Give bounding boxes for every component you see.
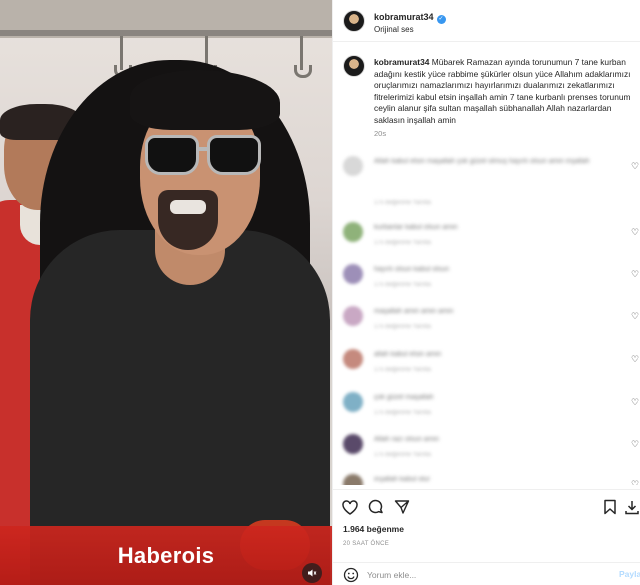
caption-text: Mübarek Ramazan ayında torunumun 7 tane … <box>374 57 631 125</box>
add-comment-bar: Paylaş <box>333 562 640 585</box>
caption-timestamp: 20s <box>374 129 387 138</box>
comments-list[interactable]: Allah kabul etsin maşallah çok güzel olm… <box>333 145 640 485</box>
bookmark-icon[interactable] <box>601 498 619 516</box>
commenter-avatar[interactable] <box>343 156 363 176</box>
commenter-avatar[interactable] <box>343 222 363 242</box>
comment-text: Allah razı olsun amin <box>374 436 439 443</box>
share-paper-plane-icon[interactable] <box>393 498 411 516</box>
commenter-avatar[interactable] <box>343 474 363 485</box>
comment-item: çok güzel maşallah 17s Beğenme Yanıtla ♡ <box>333 388 640 428</box>
comment-text: allah kabul etsin amin <box>374 351 442 358</box>
download-icon[interactable] <box>623 498 640 516</box>
likes-count[interactable]: 1.964 beğenme <box>343 524 404 534</box>
media-hook-rail <box>0 30 332 36</box>
commenter-avatar[interactable] <box>343 434 363 454</box>
media-sunglasses <box>145 135 263 177</box>
comment-text: Allah kabul etsin maşallah çok güzel olm… <box>374 158 590 165</box>
post-date: 20 SAAT ÖNCE <box>343 541 390 547</box>
media-hook <box>114 36 132 78</box>
comment-text: hayırlı olsun kabul olsun <box>374 266 450 273</box>
comment-item: kurbanlar kabul olsun amin 17s Beğenme Y… <box>333 218 640 258</box>
action-bar <box>333 489 640 523</box>
media-subject-beard <box>158 190 218 250</box>
audio-label[interactable]: Orijinal ses <box>374 25 414 34</box>
heart-icon[interactable]: ♡ <box>631 269 639 280</box>
like-heart-icon[interactable] <box>341 498 359 516</box>
comment-meta[interactable]: 17s Beğenme Yanıtla <box>374 452 431 458</box>
comment-item: maşallah amin amin amin 17s Beğenme Yanı… <box>333 302 640 342</box>
comment-item: hayırlı olsun kabul olsun 17s Beğenme Ya… <box>333 260 640 300</box>
heart-icon[interactable]: ♡ <box>631 354 639 365</box>
comment-meta[interactable]: 17s Beğenme Yanıtla <box>374 410 431 416</box>
commenter-avatar[interactable] <box>343 392 363 412</box>
comment-meta[interactable]: 17s Beğenme Yanıtla <box>374 200 431 206</box>
comment-meta[interactable]: 17s Beğenme Yanıtla <box>374 367 431 373</box>
media-hook <box>294 36 312 78</box>
heart-icon[interactable]: ♡ <box>631 397 639 408</box>
post-header: kobramurat34 ✓ Orijinal ses <box>333 0 640 42</box>
comment-item: inşallah kabul olur ♡ <box>333 470 640 485</box>
heart-icon[interactable]: ♡ <box>631 311 639 322</box>
comment-item: Allah razı olsun amin 17s Beğenme Yanıtl… <box>333 430 640 470</box>
verified-badge-icon: ✓ <box>436 15 446 24</box>
post-comment-button[interactable]: Paylaş <box>619 569 640 579</box>
comment-meta[interactable]: 17s Beğenme Yanıtla <box>374 324 431 330</box>
comment-meta[interactable]: 17s Beğenme Yanıtla <box>374 240 431 246</box>
comment-item: allah kabul etsin amin 17s Beğenme Yanıt… <box>333 345 640 385</box>
commenter-avatar[interactable] <box>343 349 363 369</box>
comment-input[interactable] <box>367 567 567 583</box>
heart-icon[interactable]: ♡ <box>631 479 639 485</box>
comment-meta[interactable]: 17s Beğenme Yanıtla <box>374 282 431 288</box>
heart-icon[interactable]: ♡ <box>631 439 639 450</box>
post-caption: kobramurat34 Mübarek Ramazan ayında toru… <box>374 57 636 127</box>
watermark-text: Haberois <box>117 542 215 568</box>
commenter-avatar[interactable] <box>343 264 363 284</box>
commenter-avatar[interactable] <box>343 306 363 326</box>
post-panel: kobramurat34 ✓ Orijinal ses kobramurat34 … <box>332 0 640 585</box>
watermark-banner: Haberois <box>0 526 332 585</box>
author-avatar[interactable] <box>343 10 365 32</box>
post-media[interactable]: Haberois <box>0 0 332 585</box>
author-username[interactable]: kobramurat34 ✓ <box>374 12 446 24</box>
caption-username[interactable]: kobramurat34 <box>374 57 429 67</box>
speaker-muted-icon[interactable] <box>302 563 322 583</box>
comment-text: kurbanlar kabul olsun amin <box>374 224 458 231</box>
media-subject-mouth <box>170 200 206 214</box>
heart-icon[interactable]: ♡ <box>631 161 639 172</box>
caption-avatar[interactable] <box>343 55 365 77</box>
comment-bubble-icon[interactable] <box>367 498 385 516</box>
heart-icon[interactable]: ♡ <box>631 227 639 238</box>
comment-item: Allah kabul etsin maşallah çok güzel olm… <box>333 152 640 206</box>
comment-text: çok güzel maşallah <box>374 394 434 401</box>
emoji-icon[interactable] <box>343 567 359 583</box>
comment-text: maşallah amin amin amin <box>374 308 454 315</box>
comment-text: inşallah kabul olur <box>374 476 431 483</box>
